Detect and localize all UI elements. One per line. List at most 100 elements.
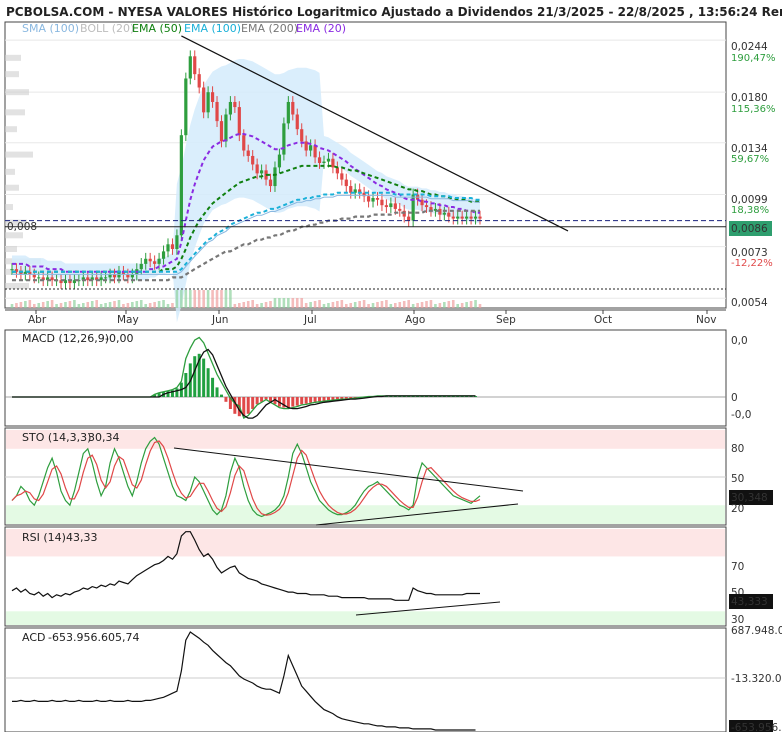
price-tick: 0,0244 bbox=[731, 41, 768, 53]
pct-tick: 190,47% bbox=[731, 53, 776, 64]
candle-body bbox=[326, 158, 331, 162]
macd-histogram-bar bbox=[295, 397, 299, 406]
candle-body bbox=[104, 277, 108, 279]
macd-histogram-bar bbox=[304, 397, 308, 404]
volume-bar bbox=[162, 300, 165, 308]
volume-bar bbox=[90, 301, 94, 308]
volume-bar bbox=[327, 303, 330, 308]
volume-bar bbox=[322, 304, 326, 308]
volume-bar bbox=[166, 304, 170, 308]
candle-body bbox=[366, 196, 371, 202]
month-label: Sep bbox=[496, 314, 516, 326]
volume-bar bbox=[242, 302, 246, 308]
candle-body bbox=[37, 277, 41, 279]
volume-bar bbox=[41, 302, 45, 308]
volume-bar bbox=[456, 304, 460, 308]
acd-label: ACD bbox=[22, 631, 45, 644]
candle-body bbox=[268, 179, 273, 187]
acd-tick: 687.948.0 bbox=[731, 625, 782, 637]
acd-labels: ACD -653.956.605,74 687.948.0 -13.320.00… bbox=[22, 625, 782, 732]
month-axis: Abr May Jun Jul Ago Sep Oct Nov bbox=[28, 314, 717, 326]
macd-tick: 0,0 bbox=[731, 335, 748, 347]
volume-bar bbox=[287, 298, 290, 308]
volume-bar bbox=[206, 290, 210, 308]
candle-body bbox=[451, 216, 455, 219]
sto-label: STO (14,3,3) bbox=[22, 431, 91, 444]
volume-bar bbox=[443, 302, 446, 308]
candle-body bbox=[242, 135, 246, 151]
volume-bar bbox=[104, 303, 107, 308]
macd-histogram-bar bbox=[291, 397, 295, 407]
volume-bar bbox=[46, 301, 49, 308]
candle-body bbox=[112, 274, 117, 278]
candle-body bbox=[130, 274, 134, 278]
volume-bar bbox=[407, 300, 410, 308]
volume-bar bbox=[376, 302, 379, 308]
volume-bar bbox=[451, 300, 455, 308]
volume-bar bbox=[291, 298, 295, 308]
price-tick: 0,0180 bbox=[731, 92, 768, 104]
volume-bar bbox=[220, 290, 223, 308]
volume-bar bbox=[153, 302, 156, 308]
volume-bar bbox=[64, 302, 67, 308]
volume-bar bbox=[389, 304, 393, 308]
volume-bar bbox=[425, 301, 428, 308]
candle-body bbox=[206, 92, 210, 113]
stock-chart: PCBOLSA.COM - NYESA VALORES Histórico Lo… bbox=[4, 5, 782, 732]
volume-bar bbox=[367, 304, 370, 308]
candle-body bbox=[10, 269, 14, 271]
rsi-label: RSI (14) bbox=[22, 531, 66, 544]
volume-profile-bar bbox=[5, 204, 13, 211]
volume-bar bbox=[171, 303, 174, 308]
volume-bar bbox=[309, 302, 312, 308]
volume-bar bbox=[50, 300, 54, 308]
macd-histogram-bar bbox=[318, 397, 322, 402]
candle-body bbox=[389, 203, 393, 208]
candle-body bbox=[108, 274, 112, 278]
candle-body bbox=[371, 197, 375, 202]
volume-bar bbox=[434, 304, 437, 308]
candle-body bbox=[139, 263, 143, 270]
volume-profile-bar bbox=[5, 71, 19, 78]
candle-body bbox=[86, 277, 90, 281]
volume-bar bbox=[19, 302, 23, 308]
month-label: Jun bbox=[211, 314, 228, 326]
volume-bar bbox=[385, 300, 388, 308]
candle-body bbox=[228, 101, 232, 115]
volume-bar bbox=[438, 303, 442, 308]
candle-body bbox=[456, 216, 460, 219]
volume-bar bbox=[238, 303, 241, 308]
month-label: Abr bbox=[28, 314, 47, 326]
volume-bar bbox=[300, 298, 304, 308]
acd-value: -653.956.605,74 bbox=[48, 631, 139, 644]
sto-panel bbox=[5, 430, 726, 526]
volume-bar bbox=[474, 300, 477, 308]
rsi-overbought-zone bbox=[6, 529, 725, 557]
volume-bar bbox=[188, 290, 192, 308]
volume-bar bbox=[233, 304, 237, 308]
volume-bar bbox=[37, 303, 41, 308]
rsi-tick: 70 bbox=[731, 561, 744, 573]
volume-profile-bar bbox=[5, 184, 19, 191]
candle-body bbox=[233, 101, 237, 108]
macd-histogram-bar bbox=[202, 358, 206, 397]
rsi-current: 43,333 bbox=[731, 596, 768, 608]
candle-body bbox=[32, 274, 36, 278]
candle-body bbox=[460, 216, 464, 219]
volume-profile-bar bbox=[5, 151, 33, 158]
volume-bar bbox=[371, 303, 375, 308]
month-label: Nov bbox=[696, 314, 717, 326]
volume-bar bbox=[144, 304, 148, 308]
volume-bar bbox=[469, 301, 473, 308]
volume-bar bbox=[73, 300, 76, 308]
candle-body bbox=[442, 212, 446, 215]
volume-bar bbox=[131, 302, 134, 308]
volume-bar bbox=[175, 290, 179, 308]
candle-body bbox=[478, 216, 482, 219]
volume-bar bbox=[99, 304, 103, 308]
candle-body bbox=[215, 101, 219, 122]
candle-body bbox=[210, 92, 215, 102]
macd-histogram-bar bbox=[251, 397, 255, 409]
volume-profile-bar bbox=[5, 232, 23, 239]
macd-histogram-bar bbox=[215, 387, 219, 397]
